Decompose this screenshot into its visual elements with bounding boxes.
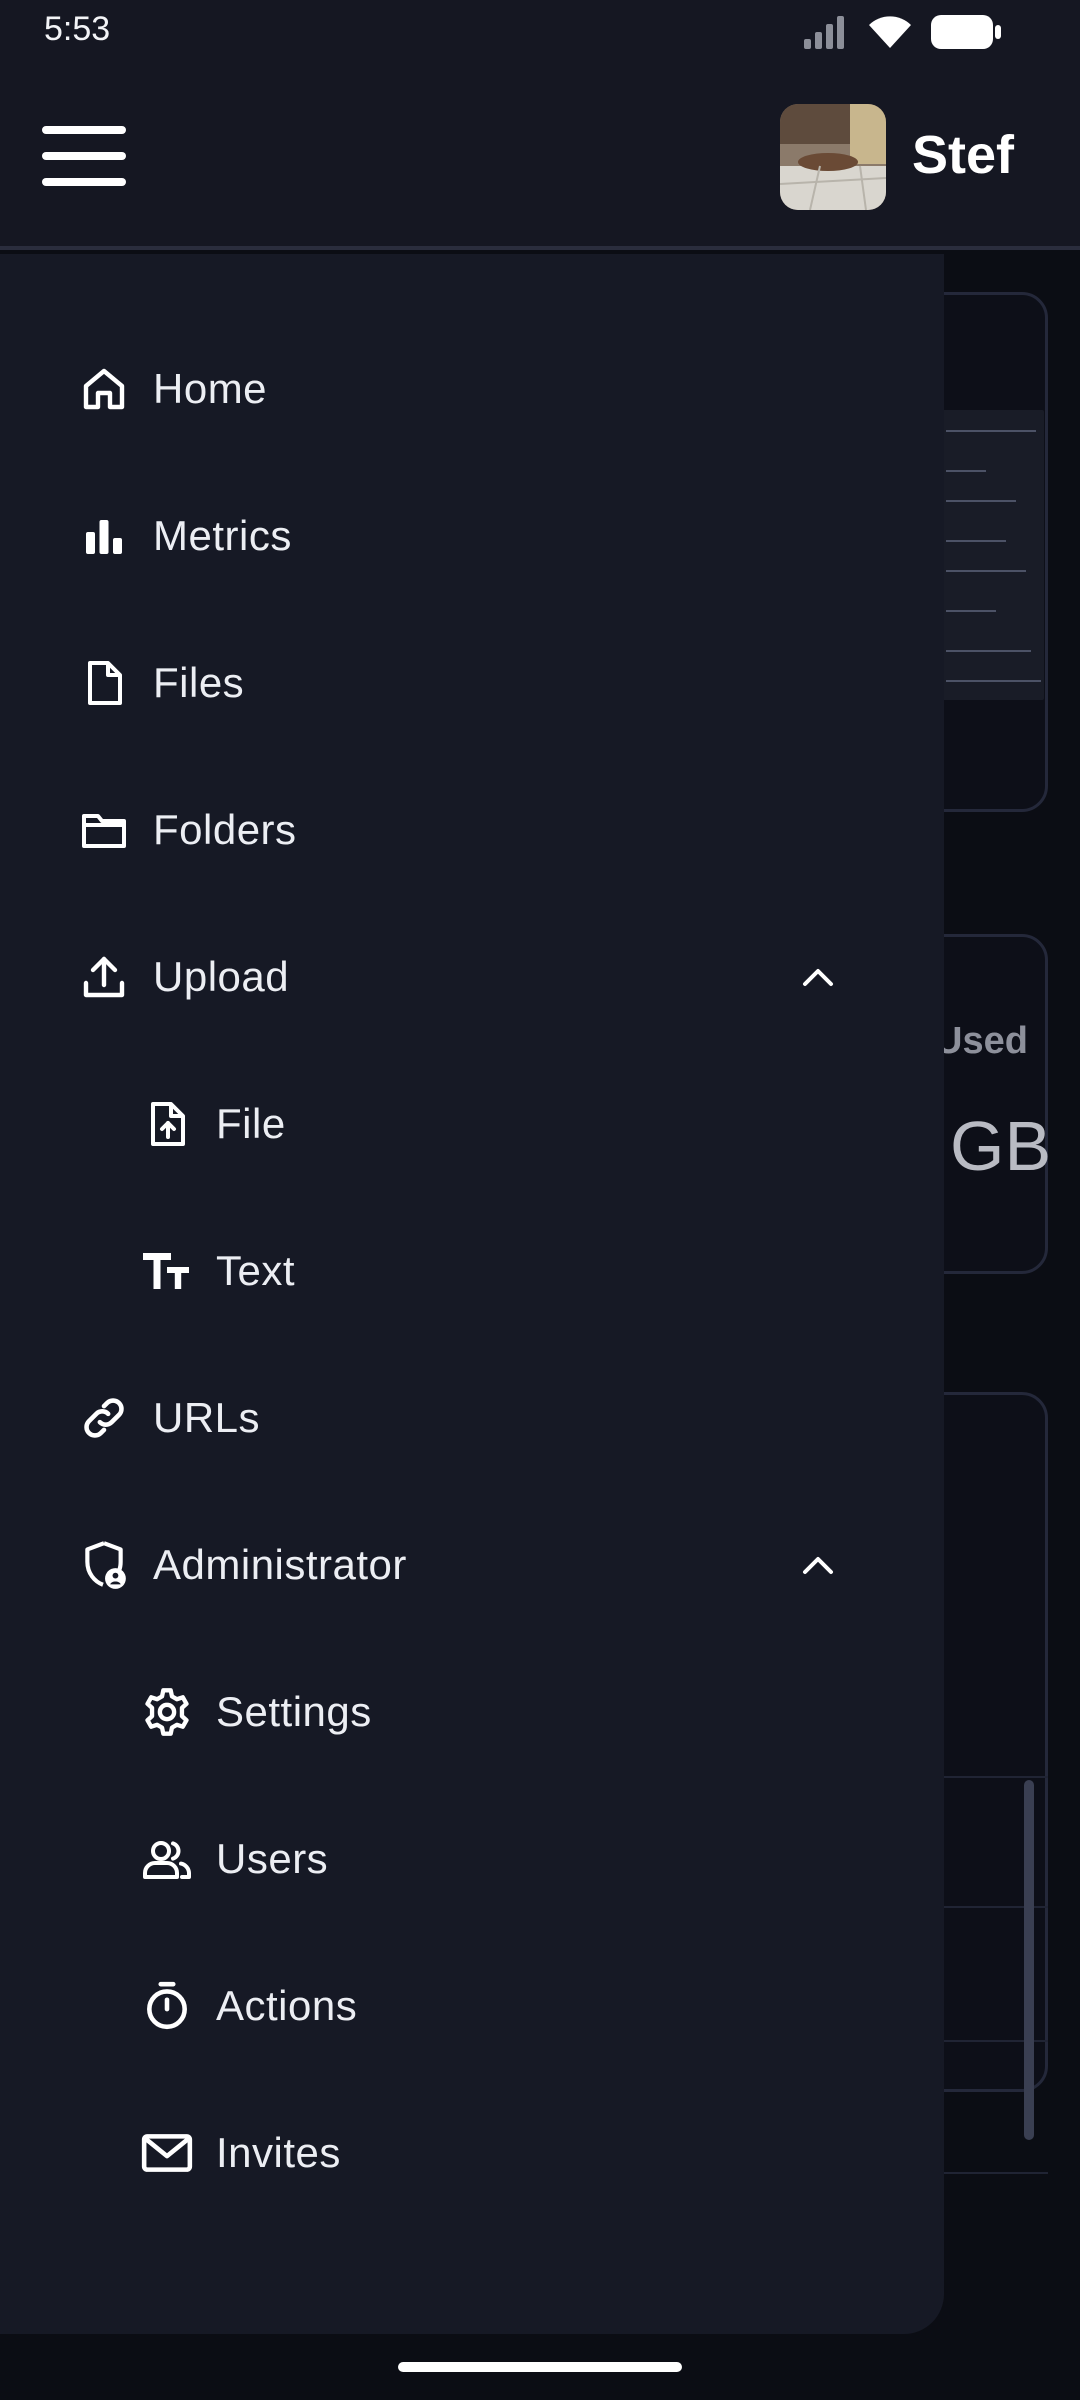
battery-icon [930,14,1002,55]
nav-item-settings[interactable]: Settings [0,1652,944,1772]
wifi-icon [868,15,912,54]
nav-item-invites[interactable]: Invites [0,2093,944,2213]
storage-used-value: GB [950,1107,1052,1185]
upload-icon [76,949,132,1005]
nav-item-label: File [216,1100,286,1147]
nav-item-label: Upload [153,953,290,1000]
username[interactable]: Stef [912,124,1014,186]
mail-icon [139,2125,195,2181]
status-icons [802,14,1002,55]
nav-item-users[interactable]: Users [0,1799,944,1919]
nav-item-upload[interactable]: Upload [0,917,944,1037]
nav-item-label: Settings [216,1688,372,1735]
navigation-drawer: Home Metrics Files Folders Upload File T… [0,254,944,2334]
nav-item-files[interactable]: Files [0,623,944,743]
folder-icon [76,802,132,858]
nav-item-label: Metrics [153,512,292,559]
stopwatch-icon [139,1978,195,2034]
nav-item-folders[interactable]: Folders [0,770,944,890]
file-icon [76,655,132,711]
nav-item-label: Invites [216,2129,341,2176]
storage-used-label: Used [935,1020,1028,1062]
nav-item-upload-file[interactable]: File [0,1064,944,1184]
nav-item-home[interactable]: Home [0,329,944,449]
nav-item-label: Administrator [153,1541,407,1588]
gear-icon [139,1684,195,1740]
shield-user-icon [76,1537,132,1593]
users-icon [139,1831,195,1887]
chevron-up-icon[interactable] [790,1537,846,1593]
nav-item-administrator[interactable]: Administrator [0,1505,944,1625]
nav-item-label: Text [216,1247,296,1294]
nav-item-label: Users [216,1835,329,1882]
nav-item-actions[interactable]: Actions [0,1946,944,2066]
nav-item-upload-text[interactable]: Text [0,1211,944,1331]
home-icon [76,361,132,417]
signal-icon [802,15,850,54]
nav-item-metrics[interactable]: Metrics [0,476,944,596]
nav-item-urls[interactable]: URLs [0,1358,944,1478]
avatar[interactable] [780,104,886,210]
background-screenshot-thumbnail [940,410,1044,700]
hamburger-menu-icon[interactable] [42,126,126,186]
app-bar: Stef [0,60,1080,250]
nav-item-label: Home [153,365,268,412]
file-upload-icon [139,1096,195,1152]
nav-item-label: URLs [153,1394,261,1441]
nav-item-label: Files [153,659,245,706]
link-icon [76,1390,132,1446]
status-time: 5:53 [44,10,111,48]
text-size-icon [139,1243,195,1299]
nav-item-label: Actions [216,1982,358,2029]
home-indicator[interactable] [398,2362,682,2372]
nav-item-label: Folders [153,806,297,853]
bar-chart-icon [76,508,132,564]
chevron-up-icon[interactable] [790,949,846,1005]
status-bar: 5:53 [0,0,1080,60]
background-scrollbar[interactable] [1024,1780,1034,2140]
